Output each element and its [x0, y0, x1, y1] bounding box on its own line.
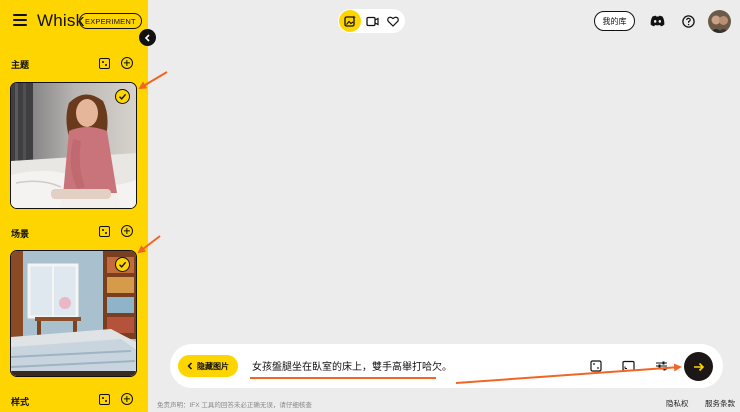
experiment-badge: EXPERIMENT: [79, 13, 142, 29]
send-button[interactable]: [684, 352, 713, 381]
prompt-input[interactable]: 女孩盤腿坐在臥室的床上，雙手高舉打哈欠。: [252, 358, 452, 373]
selected-check-icon: [115, 257, 130, 272]
chevron-left-icon: [187, 362, 193, 370]
dice-icon[interactable]: [99, 394, 110, 405]
aspect-ratio-button[interactable]: [621, 358, 636, 373]
image-generate-icon: [344, 15, 356, 27]
discord-icon: [650, 15, 665, 26]
disclaimer-text: 免责声明：IFX 工具的回答未必正确无误，请仔细核查: [157, 402, 312, 409]
collapse-sidebar-button[interactable]: [139, 29, 156, 46]
video-mode-button[interactable]: [361, 10, 383, 32]
hide-images-button[interactable]: 隐藏图片: [178, 355, 238, 377]
chevron-left-icon: [144, 33, 150, 42]
my-library-button[interactable]: 我的库: [594, 11, 635, 31]
hamburger-menu-icon[interactable]: [13, 14, 27, 26]
app-logo: Whisk: [37, 11, 85, 30]
settings-button[interactable]: [654, 358, 669, 373]
help-button[interactable]: [681, 14, 695, 28]
add-style-icon[interactable]: [121, 393, 133, 405]
add-subject-icon[interactable]: [121, 57, 133, 69]
mode-toggle-group: [338, 9, 405, 33]
privacy-link[interactable]: 隐私权: [666, 398, 689, 409]
discord-button[interactable]: [649, 13, 666, 28]
add-scene-icon[interactable]: [121, 225, 133, 237]
section-title-style: 样式: [11, 397, 30, 407]
dice-icon[interactable]: [99, 226, 110, 237]
sidebar: Whisk EXPERIMENT 主题 场景 样式: [0, 0, 148, 412]
selected-check-icon: [115, 89, 130, 104]
arrow-right-icon: [693, 362, 704, 371]
randomize-button[interactable]: [588, 358, 603, 373]
terms-link[interactable]: 服务条款: [705, 398, 735, 409]
dice-icon[interactable]: [99, 58, 110, 69]
prompt-bar: 隐藏图片 女孩盤腿坐在臥室的床上，雙手高舉打哈欠。: [170, 344, 723, 388]
section-title-scene: 场景: [11, 229, 30, 239]
video-generate-icon: [365, 16, 379, 27]
section-title-subject: 主题: [11, 60, 30, 70]
heart-icon: [387, 16, 399, 27]
avatar-image: [708, 10, 731, 33]
user-avatar[interactable]: [708, 10, 731, 33]
image-mode-button[interactable]: [339, 10, 361, 32]
aspect-ratio-icon: [622, 360, 635, 371]
help-icon: [681, 14, 695, 28]
settings-sliders-icon: [656, 361, 667, 370]
hide-images-label: 隐藏图片: [197, 361, 229, 371]
favorites-button[interactable]: [382, 10, 404, 32]
random-dice-icon: [589, 359, 602, 372]
